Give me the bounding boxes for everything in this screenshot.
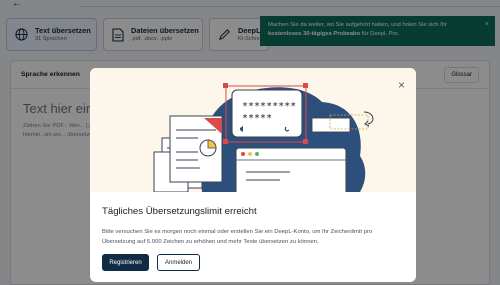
password-stars: ********* [242,101,296,112]
illustration-graphic: ********* ***** [153,83,374,199]
password-stars: ***** [242,113,272,124]
close-icon[interactable]: × [398,78,405,92]
login-button[interactable]: Anmelden [157,254,200,271]
limit-dialog: ********* ***** × Tägliches Übersetzungs… [90,68,416,282]
illustration: ********* ***** × [90,68,416,199]
register-button[interactable]: Registrieren [102,254,149,271]
dialog-body: Bitte versuchen Sie es morgen noch einma… [102,229,373,246]
dialog-title: Tägliches Übersetzungslimit erreicht [102,206,257,217]
